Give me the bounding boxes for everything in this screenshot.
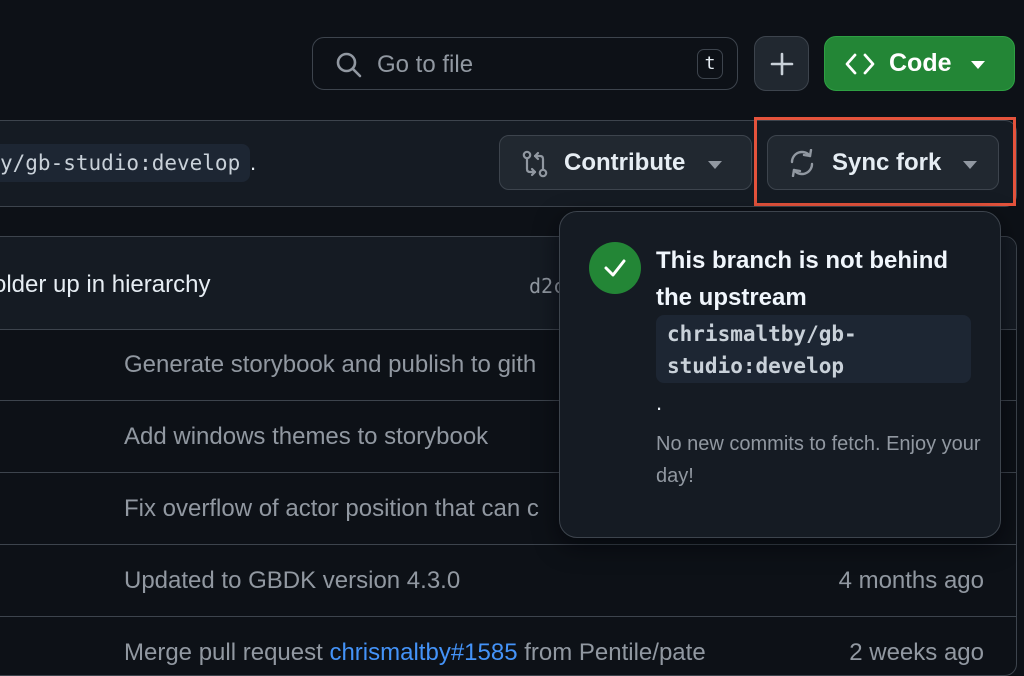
sync-fork-popover: This branch is not behind the upstream c…	[559, 211, 1001, 538]
chevron-down-icon	[708, 161, 722, 169]
chevron-down-icon	[963, 161, 977, 169]
code-button-label: Code	[889, 49, 952, 77]
popover-title: This branch is not behind the upstream	[656, 247, 949, 311]
sync-fork-button-label: Sync fork	[832, 149, 942, 176]
keyboard-shortcut-hint: t	[697, 49, 723, 79]
search-placeholder: Go to file	[377, 51, 474, 78]
upstream-branch-ref[interactable]: y/gb-studio:develop	[0, 144, 250, 182]
sync-fork-button[interactable]: Sync fork	[767, 135, 999, 190]
contribute-button[interactable]: Contribute	[499, 135, 752, 190]
upstream-branch-name: chrismaltby/gb-studio:develop	[667, 322, 857, 378]
commit-message[interactable]: Fix overflow of actor position that can …	[124, 495, 539, 523]
commit-message: Merge pull request chrismaltby#1585 from…	[124, 639, 706, 667]
go-to-file-search[interactable]: Go to file t	[312, 37, 738, 90]
search-icon	[336, 52, 362, 78]
chevron-down-icon	[971, 61, 985, 69]
commit-message[interactable]: Updated to GBDK version 4.3.0	[124, 567, 460, 595]
add-file-button[interactable]	[754, 36, 809, 91]
commit-time: 2 weeks ago	[849, 639, 984, 666]
popover-description: No new commits to fetch. Enjoy your day!	[656, 433, 981, 487]
commit-time: 4 months ago	[838, 567, 984, 594]
code-button[interactable]: Code	[824, 36, 1015, 91]
commit-message[interactable]: Add windows themes to storybook	[124, 423, 488, 451]
table-row: Merge pull request chrismaltby#1585 from…	[0, 617, 1016, 675]
upstream-branch-chip: chrismaltby/gb-studio:develop	[656, 315, 971, 383]
upstream-branch-text: y/gb-studio:develop	[0, 151, 241, 175]
commit-message[interactable]: Generate storybook and publish to gith	[124, 351, 536, 379]
contribute-button-label: Contribute	[564, 149, 686, 176]
popover-period: .	[656, 390, 663, 415]
git-compare-icon	[522, 150, 548, 178]
check-circle-icon	[589, 242, 641, 294]
table-row: Updated to GBDK version 4.3.0 4 months a…	[0, 545, 1016, 617]
code-icon	[845, 53, 875, 75]
check-icon	[604, 259, 626, 277]
plus-icon	[770, 52, 793, 75]
latest-commit-message[interactable]: older up in hierarchy	[0, 271, 210, 299]
fork-bar-period: .	[250, 150, 257, 175]
sync-icon	[790, 149, 814, 177]
